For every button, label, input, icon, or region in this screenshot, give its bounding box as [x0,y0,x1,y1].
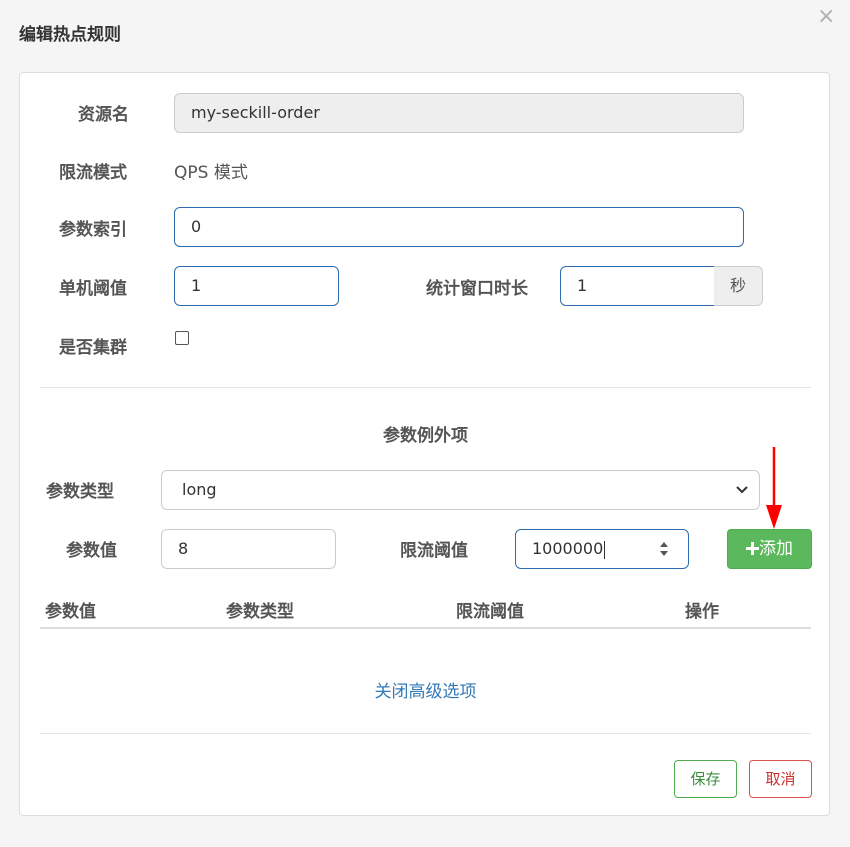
edit-hotspot-rule-dialog: 编辑热点规则 × 资源名 my-seckill-order 限流模式 QPS 模… [0,0,850,847]
threshold-label: 单机阈值 [59,279,127,299]
cluster-label: 是否集群 [59,338,127,358]
limit-label: 限流阈值 [400,541,468,561]
param-type-label: 参数类型 [46,482,114,502]
cluster-checkbox[interactable] [175,331,189,345]
window-unit-addon: 秒 [714,266,763,306]
divider [40,387,811,388]
th-limit: 限流阈值 [456,602,524,622]
section-title: 参数例外项 [383,426,468,446]
limit-input[interactable]: 1000000 [515,529,689,569]
add-button-label: 添加 [759,539,793,559]
th-actions: 操作 [685,602,719,622]
param-index-label: 参数索引 [59,220,127,240]
table-header-border [40,627,811,629]
param-value-input[interactable]: 8 [161,529,336,569]
close-advanced-link[interactable]: 关闭高级选项 [20,677,831,702]
plus-icon [746,542,759,555]
form-card: 资源名 my-seckill-order 限流模式 QPS 模式 参数索引 0 … [19,72,830,816]
param-index-input[interactable]: 0 [174,207,744,247]
param-value-label: 参数值 [66,541,117,561]
threshold-input[interactable]: 1 [174,266,339,306]
resource-label: 资源名 [78,105,129,125]
window-label: 统计窗口时长 [426,279,528,299]
th-param-type: 参数类型 [226,602,294,622]
dialog-title: 编辑热点规则 [19,25,121,45]
save-button[interactable]: 保存 [674,760,737,798]
window-input[interactable]: 1 [560,266,715,306]
mode-value: QPS 模式 [174,163,248,183]
param-type-selected: long [182,480,217,499]
footer-divider [40,733,811,734]
param-type-select[interactable]: long [161,470,760,510]
resource-name-input[interactable]: my-seckill-order [174,93,744,133]
chevron-down-icon [736,486,748,494]
annotation-arrow-icon [766,447,782,529]
limit-value: 1000000 [532,539,604,558]
number-spinner-icon[interactable] [658,540,670,558]
th-param-value: 参数值 [45,602,96,622]
cancel-button[interactable]: 取消 [749,760,812,798]
mode-label: 限流模式 [59,163,127,183]
add-button[interactable]: 添加 [727,529,812,569]
close-icon[interactable]: × [817,6,835,28]
